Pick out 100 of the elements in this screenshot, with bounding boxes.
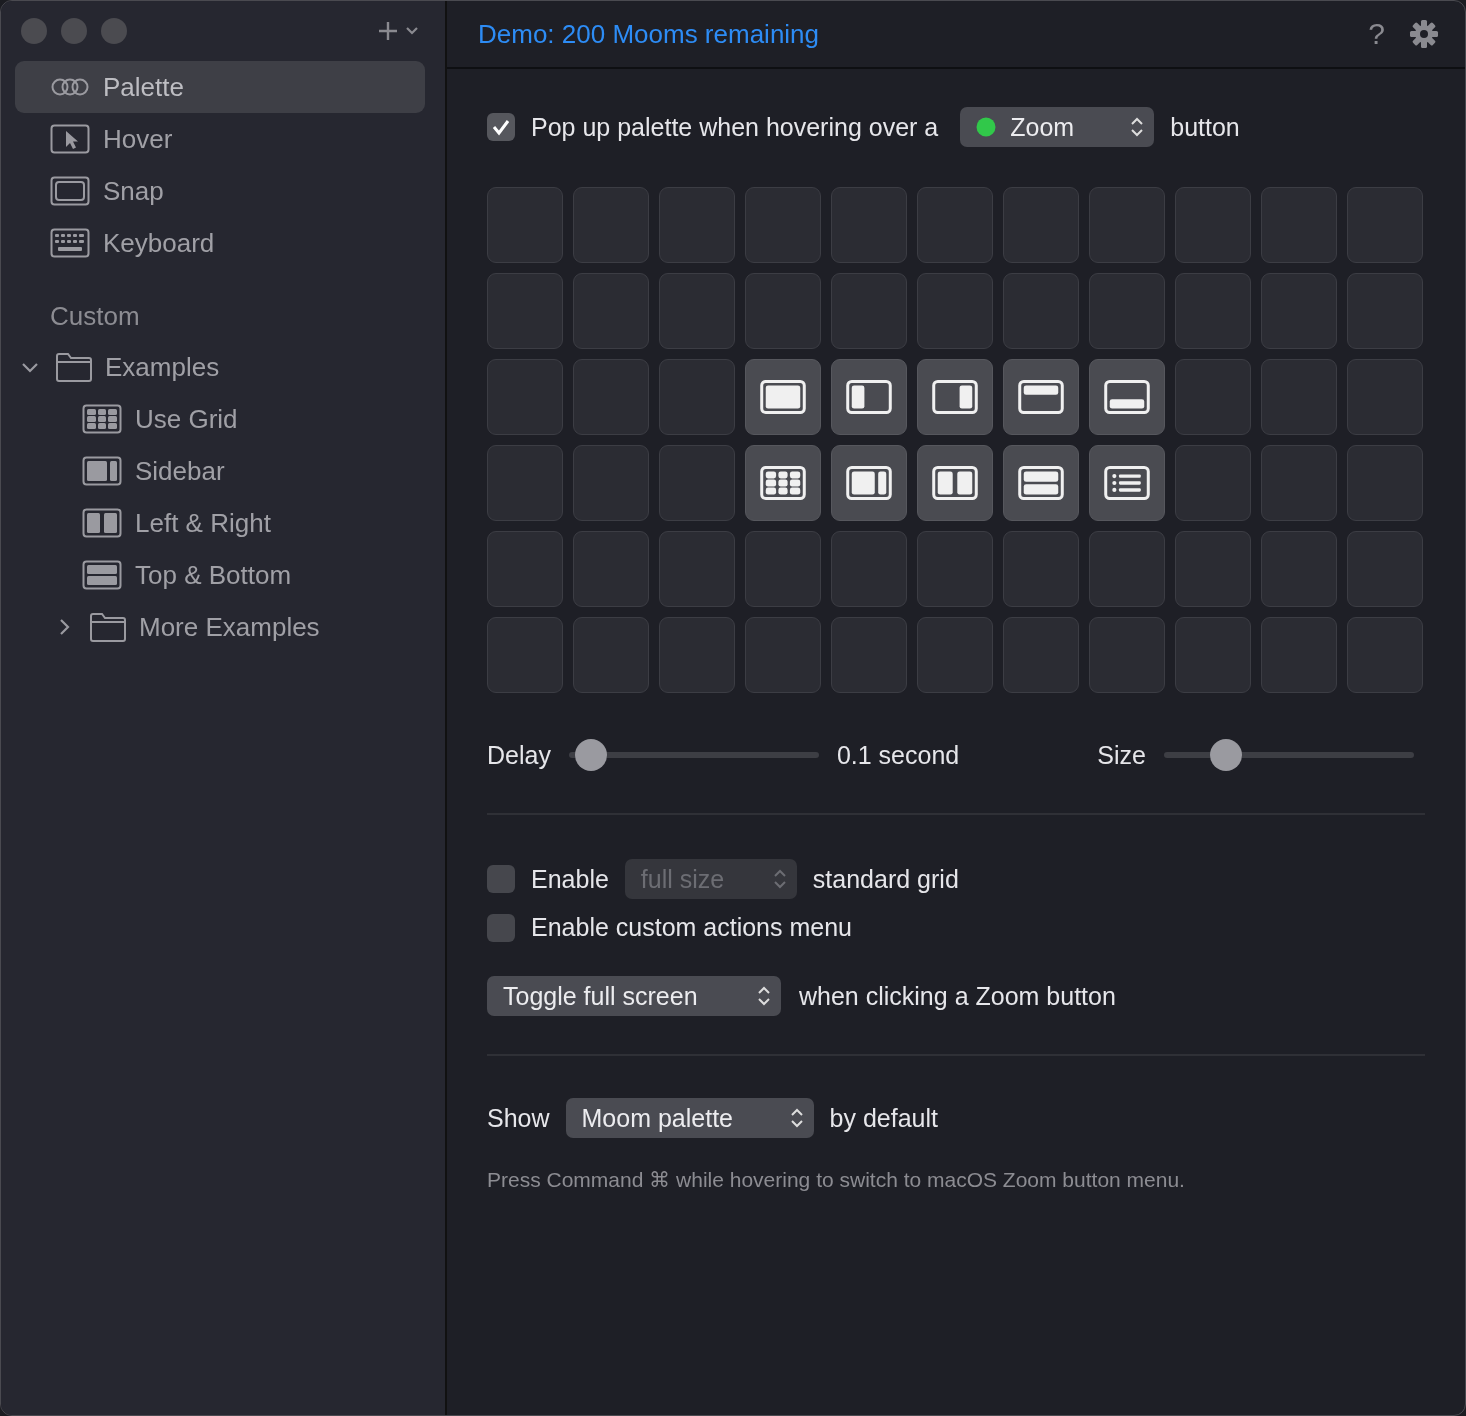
slider-thumb[interactable] — [575, 739, 608, 771]
empty-palette-slot[interactable] — [1261, 617, 1337, 693]
empty-palette-slot[interactable] — [659, 445, 735, 521]
empty-palette-slot[interactable] — [1175, 187, 1251, 263]
empty-palette-slot[interactable] — [1175, 273, 1251, 349]
empty-palette-slot[interactable] — [1003, 273, 1079, 349]
checkbox[interactable] — [487, 865, 515, 893]
palette-action-button[interactable] — [1089, 359, 1165, 435]
empty-palette-slot[interactable] — [1175, 617, 1251, 693]
palette-action-button[interactable] — [745, 359, 821, 435]
empty-palette-slot[interactable] — [573, 187, 649, 263]
palette-action-button[interactable] — [917, 359, 993, 435]
empty-palette-slot[interactable] — [917, 617, 993, 693]
empty-palette-slot[interactable] — [745, 617, 821, 693]
window-control-dot[interactable] — [21, 18, 47, 44]
empty-palette-slot[interactable] — [1089, 187, 1165, 263]
empty-palette-slot[interactable] — [1261, 531, 1337, 607]
window-control-dot[interactable] — [61, 18, 87, 44]
empty-palette-slot[interactable] — [1175, 531, 1251, 607]
empty-palette-slot[interactable] — [917, 531, 993, 607]
empty-palette-slot[interactable] — [1175, 445, 1251, 521]
empty-palette-slot[interactable] — [659, 187, 735, 263]
empty-palette-slot[interactable] — [1003, 187, 1079, 263]
empty-palette-slot[interactable] — [573, 531, 649, 607]
nav-item[interactable]: Snap — [15, 165, 425, 217]
empty-palette-slot[interactable] — [1261, 273, 1337, 349]
demo-status-link[interactable]: Demo: 200 Mooms remaining — [478, 18, 820, 50]
empty-palette-slot[interactable] — [659, 273, 735, 349]
default-view-dropdown[interactable]: Moom palette — [565, 1098, 814, 1138]
empty-palette-slot[interactable] — [1089, 617, 1165, 693]
plus-icon[interactable] — [377, 20, 399, 42]
settings-icon[interactable] — [1409, 19, 1439, 49]
empty-palette-slot[interactable] — [1261, 445, 1337, 521]
empty-palette-slot[interactable] — [1347, 359, 1423, 435]
tree-item[interactable]: Top & Bottom — [15, 549, 425, 601]
empty-palette-slot[interactable] — [745, 531, 821, 607]
empty-palette-slot[interactable] — [1261, 187, 1337, 263]
status-dot-icon — [976, 117, 997, 137]
empty-palette-slot[interactable] — [487, 531, 563, 607]
palette-action-button[interactable] — [831, 445, 907, 521]
empty-palette-slot[interactable] — [831, 273, 907, 349]
nav-item[interactable]: Palette — [15, 61, 425, 113]
click-action-dropdown[interactable]: Toggle full screen — [487, 976, 781, 1016]
palette-action-button[interactable] — [1003, 445, 1079, 521]
palette-action-button[interactable] — [917, 445, 993, 521]
empty-palette-slot[interactable] — [573, 273, 649, 349]
nav-item[interactable]: Keyboard — [15, 217, 425, 269]
slider-value: 0.1 second — [836, 740, 960, 770]
palette-action-button[interactable] — [1089, 445, 1165, 521]
empty-palette-slot[interactable] — [1089, 273, 1165, 349]
empty-palette-slot[interactable] — [1261, 359, 1337, 435]
empty-palette-slot[interactable] — [487, 445, 563, 521]
empty-palette-slot[interactable] — [659, 617, 735, 693]
palette-action-button[interactable] — [1003, 359, 1079, 435]
empty-palette-slot[interactable] — [745, 187, 821, 263]
empty-palette-slot[interactable] — [1347, 273, 1423, 349]
tree-item[interactable]: More Examples — [15, 601, 425, 653]
checkbox[interactable] — [487, 913, 515, 942]
delay-slider[interactable] — [568, 739, 819, 771]
empty-palette-slot[interactable] — [1175, 359, 1251, 435]
empty-palette-slot[interactable] — [1089, 531, 1165, 607]
empty-palette-slot[interactable] — [659, 531, 735, 607]
empty-palette-slot[interactable] — [573, 617, 649, 693]
empty-palette-slot[interactable] — [573, 445, 649, 521]
empty-palette-slot[interactable] — [745, 273, 821, 349]
up-down-arrows-icon — [789, 1106, 804, 1130]
help-button[interactable]: ? — [1368, 17, 1385, 51]
checkbox[interactable] — [487, 113, 515, 141]
tree-item[interactable]: Sidebar — [15, 445, 425, 497]
empty-palette-slot[interactable] — [831, 531, 907, 607]
empty-palette-slot[interactable] — [1347, 187, 1423, 263]
empty-palette-slot[interactable] — [487, 273, 563, 349]
empty-palette-slot[interactable] — [917, 187, 993, 263]
empty-palette-slot[interactable] — [573, 359, 649, 435]
empty-palette-slot[interactable] — [1347, 531, 1423, 607]
palette-action-button[interactable] — [745, 445, 821, 521]
empty-palette-slot[interactable] — [831, 187, 907, 263]
window-control-dot[interactable] — [101, 18, 127, 44]
empty-palette-slot[interactable] — [1003, 617, 1079, 693]
zoom-dropdown[interactable]: Zoom — [960, 107, 1155, 147]
empty-palette-slot[interactable] — [487, 187, 563, 263]
size-slider[interactable] — [1163, 739, 1414, 771]
tree-item[interactable]: Left & Right — [15, 497, 425, 549]
nav-item[interactable]: Hover — [15, 113, 425, 165]
keyboard-icon — [49, 228, 91, 258]
empty-palette-slot[interactable] — [831, 617, 907, 693]
tree-item[interactable]: Examples — [15, 341, 425, 393]
empty-palette-slot[interactable] — [487, 359, 563, 435]
chevron-down-icon[interactable] — [405, 26, 419, 36]
tree-item[interactable]: Use Grid — [15, 393, 425, 445]
slider-thumb[interactable] — [1210, 739, 1243, 771]
palette-action-button[interactable] — [831, 359, 907, 435]
empty-palette-slot[interactable] — [659, 359, 735, 435]
empty-palette-slot[interactable] — [1003, 531, 1079, 607]
empty-palette-slot[interactable] — [487, 617, 563, 693]
cursor-icon — [49, 124, 91, 154]
empty-palette-slot[interactable] — [1347, 617, 1423, 693]
option-label: standard grid — [812, 864, 959, 894]
empty-palette-slot[interactable] — [917, 273, 993, 349]
empty-palette-slot[interactable] — [1347, 445, 1423, 521]
